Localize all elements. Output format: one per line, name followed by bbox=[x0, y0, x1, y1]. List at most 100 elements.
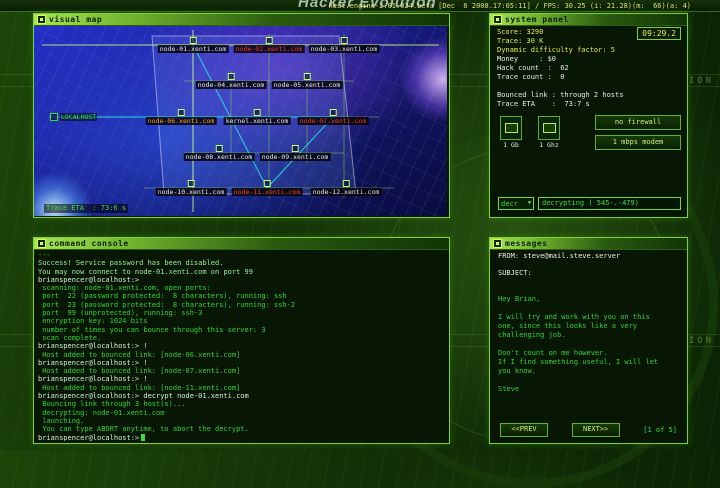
map-node[interactable]: node-03.xenti.com bbox=[309, 37, 380, 53]
map-node-layer: node-01.xenti.com node-02.xenti.com node-0… bbox=[34, 26, 447, 216]
map-node[interactable]: node-09.xenti.com bbox=[260, 145, 331, 161]
chevron-down-icon: ▼ bbox=[528, 201, 531, 206]
console-line: scan complete. bbox=[38, 334, 445, 342]
chip-icon bbox=[505, 123, 518, 133]
console-line: Success! Service password has been disab… bbox=[38, 259, 445, 267]
map-node[interactable]: node-08.xenti.com bbox=[184, 145, 255, 161]
map-node[interactable]: node-01.xenti.com bbox=[158, 37, 229, 53]
console-line: brianspencer@localhost:> ! bbox=[38, 342, 445, 350]
panel-icon bbox=[37, 239, 46, 248]
localhost-marker-icon bbox=[50, 113, 58, 121]
process-select[interactable]: decr ▼ bbox=[498, 197, 534, 210]
node-marker-icon bbox=[178, 109, 185, 116]
panel-title-label: visual map bbox=[49, 15, 102, 25]
system-panel: system panel Score: 3290Trace: 30 KDynam… bbox=[489, 13, 688, 218]
map-node[interactable]: kernel.xenti.com bbox=[224, 109, 291, 125]
console-line: brianspencer@localhost:> ! bbox=[38, 359, 445, 367]
stat-line: Trace ETA : 73:7 s bbox=[497, 100, 623, 109]
console-line: You can type ABORT anytime, to abort the… bbox=[38, 425, 445, 433]
decrypt-progress-field: decrypting ( 545-.-479) bbox=[538, 197, 681, 210]
decrypt-row: decr ▼ decrypting ( 545-.-479) bbox=[498, 197, 681, 210]
hardware-row: 1 Gb 1 Ghz bbox=[500, 116, 560, 149]
system-button[interactable]: 1 mbps modem bbox=[595, 135, 681, 150]
console-line: Bouncing link through 3 host(s)... bbox=[38, 400, 445, 408]
node-label: kernel.xenti.com bbox=[224, 117, 291, 125]
node-label: node-05.xenti.com bbox=[272, 81, 343, 89]
messages-panel: messages FROM: steve@mail.steve.server S… bbox=[489, 237, 688, 444]
console-line: --- bbox=[38, 251, 445, 259]
panel-title-label: messages bbox=[505, 239, 548, 249]
stat-line: Score: 3290 bbox=[497, 28, 623, 37]
console-line: launching. bbox=[38, 417, 445, 425]
panel-icon bbox=[493, 239, 502, 248]
panel-title: messages bbox=[490, 238, 687, 250]
console-input-area[interactable]: ---Success! Service password has been di… bbox=[38, 251, 445, 441]
game-logo: Hacker Evolution bbox=[298, 0, 437, 12]
node-label: node-07.xenti.com bbox=[298, 117, 369, 125]
stat-line: Trace count : 0 bbox=[497, 73, 623, 82]
map-node[interactable]: node-11.xenti.com bbox=[232, 180, 303, 196]
text-cursor bbox=[141, 434, 145, 441]
node-marker-icon bbox=[341, 37, 348, 44]
node-label: node-02.xenti.com bbox=[234, 45, 305, 53]
node-marker-icon bbox=[304, 73, 311, 80]
console-line: brianspencer@localhost:> bbox=[38, 434, 445, 441]
node-marker-icon bbox=[343, 180, 350, 187]
chip-icon bbox=[543, 123, 556, 133]
prev-message-button[interactable]: <<PREV bbox=[500, 423, 548, 437]
node-marker-icon bbox=[216, 145, 223, 152]
panel-title: visual map bbox=[34, 14, 449, 26]
node-label: node-03.xenti.com bbox=[309, 45, 380, 53]
hardware-label: 1 Gb bbox=[500, 141, 522, 149]
stat-line: Dynamic difficulty factor: 5 bbox=[497, 46, 623, 55]
console-line: Host added to bounced link: [node-07.xen… bbox=[38, 367, 445, 375]
console-output: ---Success! Service password has been di… bbox=[38, 251, 445, 441]
map-node[interactable]: node-02.xenti.com bbox=[234, 37, 305, 53]
system-button[interactable]: no firewall bbox=[595, 115, 681, 130]
panel-title: system panel bbox=[490, 14, 687, 26]
hardware-label: 1 Ghz bbox=[538, 141, 560, 149]
map-node[interactable]: node-12.xenti.com bbox=[311, 180, 382, 196]
console-line: Host added to bounced link: [node-11.xen… bbox=[38, 384, 445, 392]
message-page-indicator: [1 of 5] bbox=[643, 426, 677, 434]
map-node[interactable]: node-10.xenti.com bbox=[156, 180, 227, 196]
panel-title-label: command console bbox=[49, 239, 129, 249]
console-line: port 99 (unprotected), running: ssh-3 bbox=[38, 309, 445, 317]
node-marker-icon bbox=[188, 180, 195, 187]
map-node[interactable]: node-06.xenti.com bbox=[146, 109, 217, 125]
panel-icon bbox=[37, 15, 46, 24]
stat-line: Trace: 30 K bbox=[497, 37, 623, 46]
panel-title-label: system panel bbox=[505, 15, 569, 25]
hardware-item[interactable]: 1 Gb bbox=[500, 116, 522, 149]
map-node[interactable]: node-07.xenti.com bbox=[298, 109, 369, 125]
stat-line: Money : $0 bbox=[497, 55, 623, 64]
node-marker-icon bbox=[190, 37, 197, 44]
system-buttons: no firewall 1 mbps modem bbox=[595, 115, 681, 150]
console-line: brianspencer@localhost:> ! bbox=[38, 375, 445, 383]
console-line: brianspencer@localhost:> bbox=[38, 276, 445, 284]
node-marker-icon bbox=[228, 73, 235, 80]
console-line: port 22 (password protected: 8 character… bbox=[38, 292, 445, 300]
node-label: node-01.xenti.com bbox=[158, 45, 229, 53]
map-node[interactable]: node-05.xenti.com bbox=[272, 73, 343, 89]
console-line: encryption key: 1024 bits bbox=[38, 317, 445, 325]
node-label: node-11.xenti.com bbox=[232, 188, 303, 196]
node-label: node-12.xenti.com bbox=[311, 188, 382, 196]
node-label: node-06.xenti.com bbox=[146, 117, 217, 125]
node-label: node-10.xenti.com bbox=[156, 188, 227, 196]
node-label: node-09.xenti.com bbox=[260, 153, 331, 161]
map-node[interactable]: node-04.xenti.com bbox=[196, 73, 267, 89]
console-line: scanning: node-01.xenti.com, open ports: bbox=[38, 284, 445, 292]
message-body: Hey Brian, I will try and work with you … bbox=[498, 295, 682, 394]
node-marker-icon bbox=[264, 180, 271, 187]
stat-line: Hack count : 62 bbox=[497, 64, 623, 73]
hardware-item[interactable]: 1 Ghz bbox=[538, 116, 560, 149]
node-label: node-08.xenti.com bbox=[184, 153, 255, 161]
next-message-button[interactable]: NEXT>> bbox=[572, 423, 620, 437]
node-marker-icon bbox=[266, 37, 273, 44]
command-console-panel: command console ---Success! Service pass… bbox=[33, 237, 450, 444]
map-node-localhost[interactable]: LOCALHOST bbox=[50, 113, 97, 121]
hardware-icon bbox=[500, 116, 522, 140]
node-marker-icon bbox=[254, 109, 261, 116]
console-line: port 23 (password protected: 8 character… bbox=[38, 301, 445, 309]
